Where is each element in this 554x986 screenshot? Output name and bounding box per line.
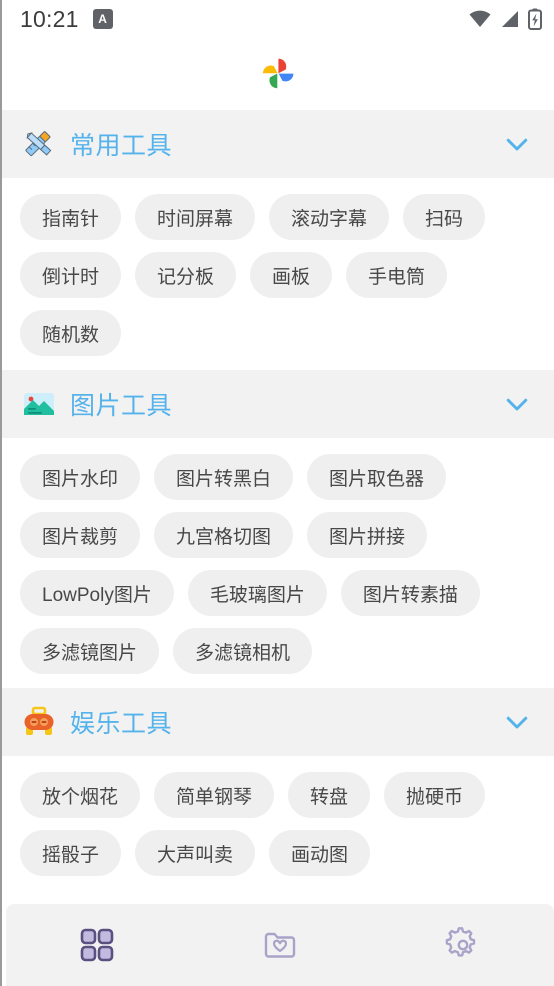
tool-chip[interactable]: 滚动字幕 (269, 194, 390, 240)
tool-chip[interactable]: 摇骰子 (20, 830, 122, 876)
status-bar: 10:21 A (2, 0, 554, 38)
tool-chip[interactable]: 时间屏幕 (135, 194, 256, 240)
tool-chip[interactable]: 图片转素描 (340, 570, 480, 616)
tool-chip[interactable]: 图片裁剪 (20, 512, 141, 558)
tools-scroll-area[interactable]: 常用工具 指南针 时间屏幕 滚动字幕 扫码 倒计时 记分板 画板 手电筒 随机数 (2, 110, 554, 986)
tool-chip[interactable]: 画板 (250, 252, 333, 298)
cellular-signal-icon (502, 11, 518, 27)
gear-icon (445, 927, 475, 957)
folder-heart-icon (264, 932, 296, 958)
battery-charging-icon (528, 8, 542, 30)
robot-toy-emoji-icon (24, 706, 54, 735)
section-title: 娱乐工具 (70, 710, 173, 738)
pencil-ruler-emoji-icon (25, 131, 52, 157)
google-photos-pinwheel-logo (262, 58, 294, 89)
tool-chip[interactable]: 大声叫卖 (135, 830, 256, 876)
nav-item-settings[interactable] (371, 904, 554, 986)
chevron-down-icon[interactable] (502, 707, 532, 737)
tool-chip[interactable]: 九宫格切图 (154, 512, 294, 558)
status-bar-clock: 10:21 (20, 5, 79, 32)
tool-chip[interactable]: 毛玻璃图片 (187, 570, 327, 616)
nav-item-favorites-folder[interactable] (189, 904, 372, 986)
section-title: 常用工具 (70, 132, 173, 160)
app-logo-header (2, 38, 554, 110)
nav-item-tools-grid[interactable] (6, 904, 189, 986)
section-header-image-tools[interactable]: 图片工具 (2, 370, 554, 438)
tool-chip[interactable]: 记分板 (135, 252, 237, 298)
wifi-icon (469, 10, 491, 27)
tool-chip[interactable]: 图片水印 (20, 454, 141, 500)
tool-chip[interactable]: LowPoly图片 (20, 570, 174, 616)
tool-chip[interactable]: 转盘 (288, 772, 371, 818)
tool-chip[interactable]: 指南针 (20, 194, 122, 240)
tool-chip[interactable]: 扫码 (403, 194, 486, 240)
tool-chip[interactable]: 随机数 (20, 310, 122, 356)
section-header-common-tools[interactable]: 常用工具 (2, 110, 554, 178)
tool-chip[interactable]: 手电筒 (346, 252, 448, 298)
bottom-navigation-bar (6, 904, 554, 986)
tool-chip[interactable]: 简单钢琴 (154, 772, 275, 818)
chip-area-image-tools: 图片水印 图片转黑白 图片取色器 图片裁剪 九宫格切图 图片拼接 LowPoly… (2, 438, 554, 688)
chevron-down-icon[interactable] (502, 129, 532, 159)
status-bar-right (468, 8, 542, 30)
status-bar-left: 10:21 A (20, 6, 113, 33)
grid-icon (81, 928, 114, 962)
tool-chip[interactable]: 多滤镜相机 (173, 628, 313, 674)
tool-chip[interactable]: 图片转黑白 (154, 454, 294, 500)
tool-chip[interactable]: 倒计时 (20, 252, 122, 298)
tool-chip[interactable]: 放个烟花 (20, 772, 141, 818)
tool-chip[interactable]: 图片拼接 (307, 512, 428, 558)
tool-chip[interactable]: 图片取色器 (307, 454, 447, 500)
tool-chip[interactable]: 多滤镜图片 (20, 628, 160, 674)
section-header-entertainment-tools[interactable]: 娱乐工具 (2, 688, 554, 756)
landscape-picture-emoji-icon (24, 393, 54, 415)
app-notification-badge-icon: A (92, 9, 113, 29)
chevron-down-icon[interactable] (502, 389, 532, 419)
tool-chip[interactable]: 画动图 (269, 830, 371, 876)
chip-area-common-tools: 指南针 时间屏幕 滚动字幕 扫码 倒计时 记分板 画板 手电筒 随机数 (2, 178, 554, 370)
section-title: 图片工具 (70, 392, 173, 420)
chip-area-entertainment-tools: 放个烟花 简单钢琴 转盘 抛硬币 摇骰子 大声叫卖 画动图 (2, 756, 554, 890)
tool-chip[interactable]: 抛硬币 (384, 772, 486, 818)
phone-screen: 10:21 A 常用工具 指南针 时间屏幕 滚动字幕 扫码 倒计时 记分板 画板… (0, 0, 554, 986)
